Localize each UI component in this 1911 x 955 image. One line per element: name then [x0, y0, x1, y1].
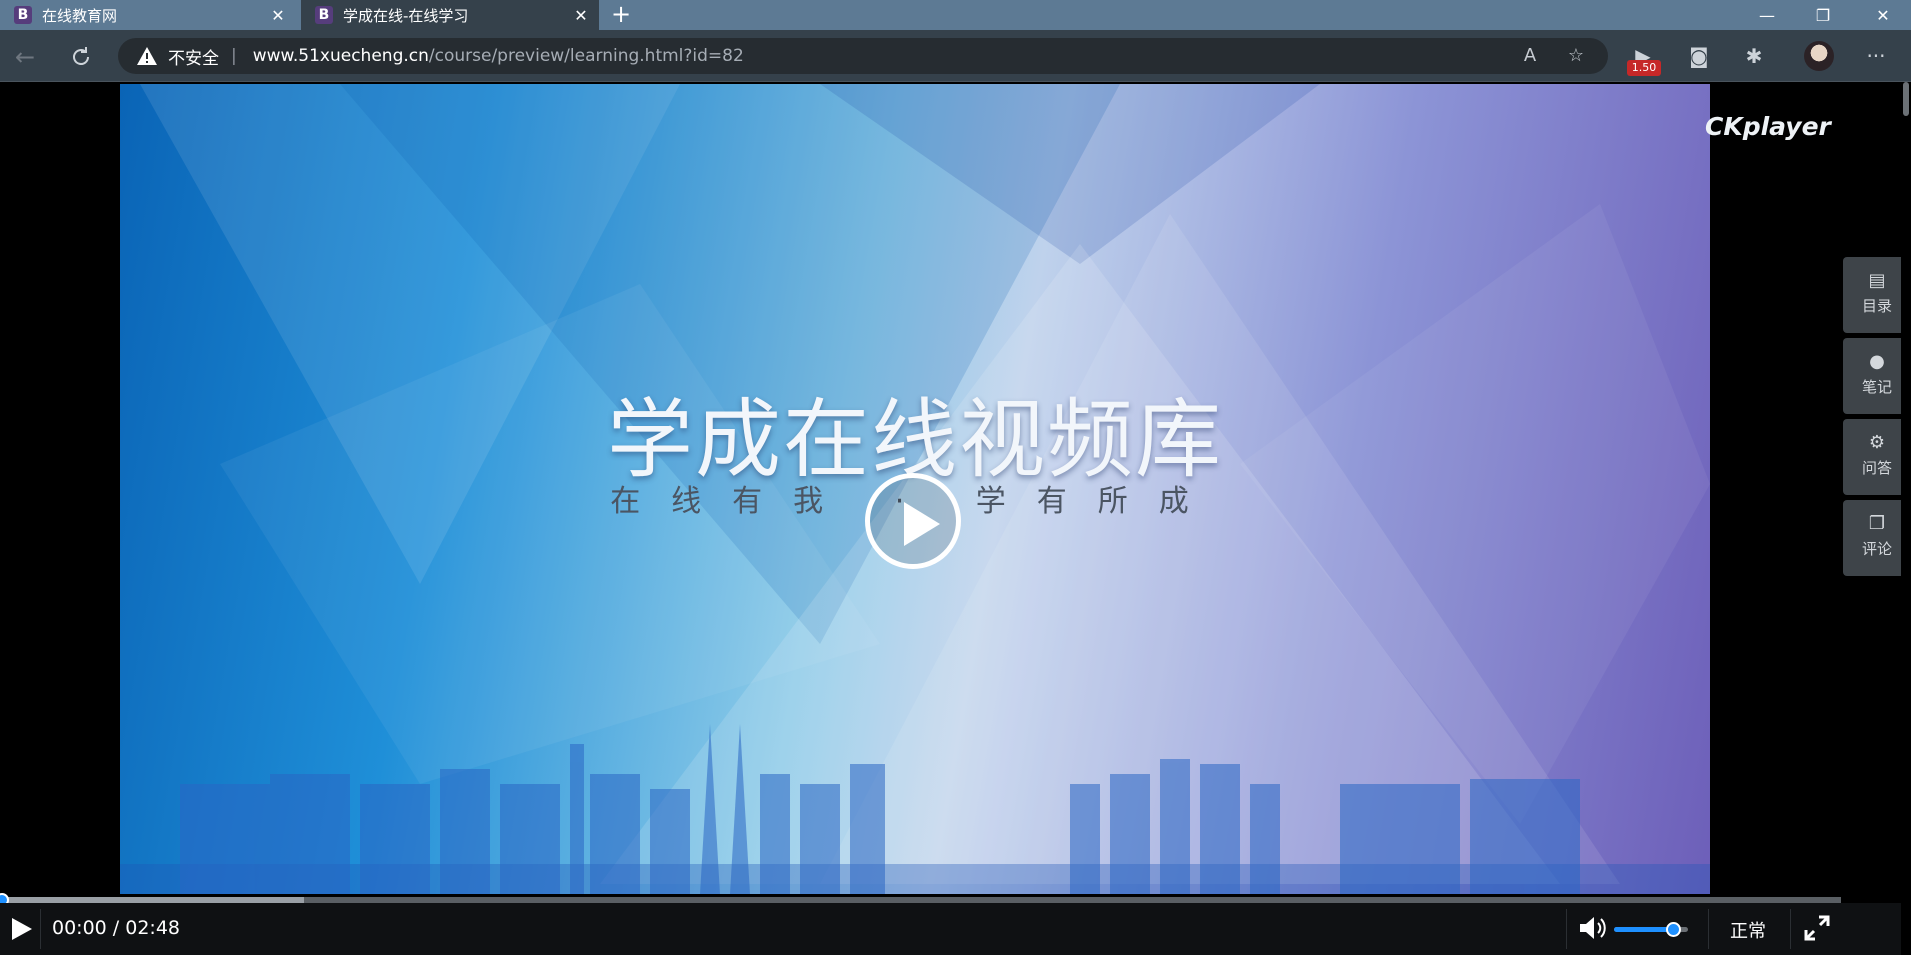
sidebar-item-label: 笔记 — [1861, 378, 1892, 396]
close-window-button[interactable]: ✕ — [1855, 0, 1911, 30]
url-bar[interactable]: 不安全 | www.51xuecheng.cn/course/preview/l… — [118, 38, 1608, 74]
volume-slider[interactable] — [1614, 922, 1688, 937]
restore-button[interactable]: ❐ — [1795, 0, 1851, 30]
time-display: 00:00 / 02:48 — [52, 917, 180, 939]
add-favorite-icon[interactable]: ☆ — [1564, 45, 1588, 67]
play-button[interactable] — [8, 917, 32, 941]
fullscreen-icon[interactable] — [1804, 915, 1830, 941]
big-play-button[interactable] — [865, 473, 961, 569]
address-separator: | — [231, 46, 237, 66]
divider — [1566, 909, 1567, 949]
extensions-puzzle-icon[interactable]: ✱ — [1738, 40, 1770, 72]
volume-handle[interactable] — [1666, 922, 1682, 937]
new-tab-button[interactable]: + — [607, 1, 635, 29]
sidebar-item-label: 问答 — [1861, 459, 1892, 477]
url-host: www.51xuecheng.cn — [252, 46, 429, 66]
page-scrollbar[interactable] — [1901, 82, 1911, 955]
copy-icon: ❐ — [1868, 513, 1886, 534]
video-poster[interactable]: 学成在线视频库 在线有我 · 学有所成 — [120, 84, 1710, 894]
user-icon: ● — [1869, 351, 1885, 372]
extension-glasses-icon[interactable]: ◙ — [1683, 40, 1715, 72]
learning-page: 学成在线视频库 在线有我 · 学有所成 CKplayer ▤ 目录 ● 笔记 ⚙… — [0, 82, 1911, 955]
volume-icon[interactable] — [1578, 915, 1608, 941]
bootstrap-favicon-icon: B — [14, 6, 32, 24]
tab-close-icon[interactable]: ✕ — [266, 6, 290, 25]
sidebar-item-label: 评论 — [1861, 540, 1892, 558]
url-path: /course/preview/learning.html?id=82 — [428, 46, 744, 66]
minimize-button[interactable]: — — [1739, 0, 1795, 30]
sidebar-item-label: 目录 — [1861, 297, 1892, 315]
bootstrap-favicon-icon: B — [315, 6, 333, 24]
gear-icon: ⚙ — [1868, 432, 1886, 453]
divider — [1708, 909, 1709, 949]
scrollbar-thumb[interactable] — [1903, 82, 1909, 116]
tab-close-icon[interactable]: ✕ — [569, 6, 593, 25]
tab-online-education[interactable]: B 在线教育网 ✕ — [0, 0, 296, 30]
divider — [40, 909, 41, 949]
warning-icon — [137, 47, 157, 65]
profile-avatar[interactable] — [1804, 41, 1834, 71]
extension-badge: 1.50 — [1627, 60, 1661, 76]
refresh-icon[interactable] — [64, 40, 98, 74]
back-icon[interactable]: ← — [8, 40, 42, 74]
read-aloud-icon[interactable]: A — [1518, 45, 1542, 67]
tab-strip: B 在线教育网 ✕ B 学成在线-在线学习 ✕ + — ❐ ✕ — [0, 0, 1911, 30]
quality-selector[interactable]: 正常 — [1730, 917, 1766, 943]
volume-level — [1614, 927, 1674, 932]
player-controls: 00:00 / 02:48 正常 — [0, 903, 1911, 955]
security-label[interactable]: 不安全 — [168, 44, 219, 69]
tab-title: 学成在线-在线学习 — [343, 6, 469, 25]
address-toolbar: ← 不安全 | www.51xuecheng.cn/course/preview… — [0, 30, 1911, 82]
player-watermark: CKplayer — [1705, 112, 1831, 141]
divider — [1790, 909, 1791, 949]
tab-title: 在线教育网 — [42, 6, 118, 25]
catalog-icon: ▤ — [1868, 270, 1886, 291]
more-icon[interactable]: ··· — [1860, 40, 1892, 72]
tab-xuecheng-learning[interactable]: B 学成在线-在线学习 ✕ — [301, 0, 599, 30]
